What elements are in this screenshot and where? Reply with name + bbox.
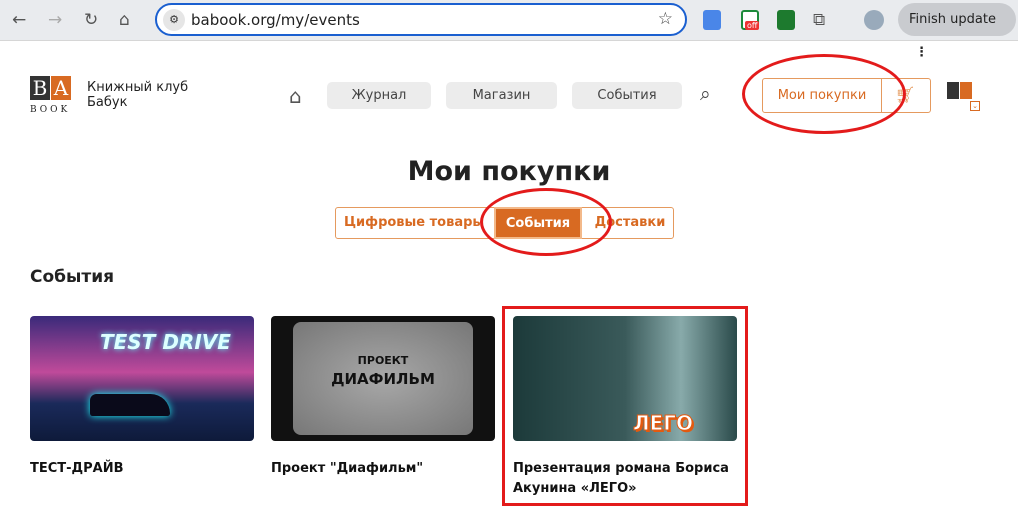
site-settings-icon[interactable]: ⚙: [163, 9, 185, 31]
event-image[interactable]: ПРОЕКТ ДИАФИЛЬМ: [271, 316, 495, 441]
nav-journal[interactable]: Журнал: [327, 82, 431, 109]
forward-icon[interactable]: →: [48, 10, 62, 30]
browser-toolbar: ← → ↻ ⌂ ⚙ babook.org/my/events ☆ off ⧉ F…: [0, 0, 1018, 60]
nav-events[interactable]: События: [572, 82, 682, 109]
annotation-box: [502, 306, 748, 506]
profile-avatar[interactable]: [864, 10, 884, 30]
event-title[interactable]: Проект "Диафильм": [271, 459, 495, 479]
search-icon[interactable]: ⌕: [700, 83, 711, 105]
annotation-circle: [742, 54, 906, 134]
event-card[interactable]: TEST DRIVE ТЕСТ-ДРАЙВ: [30, 316, 254, 479]
home-icon[interactable]: ⌂: [119, 10, 130, 30]
reload-icon[interactable]: ↻: [84, 10, 98, 30]
extension-off-icon[interactable]: off: [741, 10, 760, 30]
extensions-puzzle-icon[interactable]: ⧉: [813, 10, 825, 30]
bookmark-star-icon[interactable]: ☆: [658, 9, 673, 29]
event-title[interactable]: ТЕСТ-ДРАЙВ: [30, 459, 254, 479]
page-title: Мои покупки: [407, 156, 611, 187]
address-bar[interactable]: ⚙ babook.org/my/events ☆: [155, 3, 687, 36]
chevron-down-icon[interactable]: ⌄: [970, 101, 980, 111]
back-icon[interactable]: ←: [12, 10, 26, 30]
section-title: События: [30, 267, 115, 287]
url-text[interactable]: babook.org/my/events: [191, 11, 360, 29]
translate-extension-icon[interactable]: [703, 10, 721, 30]
tab-digital[interactable]: Цифровые товары: [344, 208, 484, 238]
brand-name[interactable]: Книжный клуб Бабук: [87, 80, 188, 110]
home-nav-icon[interactable]: ⌂: [289, 84, 302, 108]
excel-extension-icon[interactable]: [777, 10, 795, 30]
finish-update-button[interactable]: Finish update ⋮: [898, 3, 1016, 60]
nav-shop[interactable]: Магазин: [446, 82, 557, 109]
annotation-circle: [480, 188, 612, 256]
event-image[interactable]: TEST DRIVE: [30, 316, 254, 441]
event-card[interactable]: ПРОЕКТ ДИАФИЛЬМ Проект "Диафильм": [271, 316, 495, 479]
